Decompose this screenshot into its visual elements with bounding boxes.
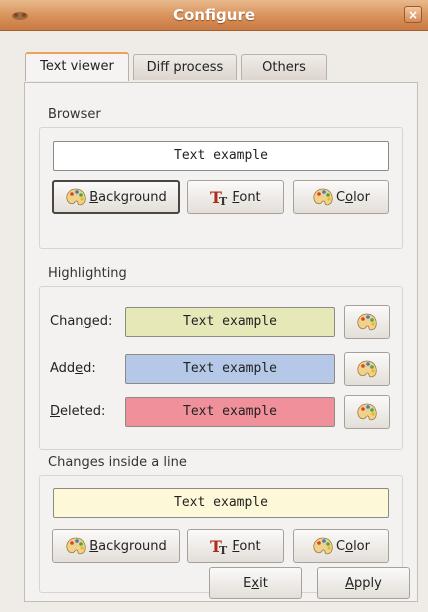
font-icon: T T [210,188,228,207]
deleted-sample-text: Text example [125,397,335,427]
tab-diff-process[interactable]: Diff process [133,54,237,80]
palette-icon [357,403,377,421]
palette-icon [66,537,86,555]
deleted-label: Deleted: [50,404,106,419]
palette-icon [357,360,377,378]
browser-background-button[interactable]: Background [52,180,180,214]
changes-color-button[interactable]: Color [293,529,389,563]
changes-inside-line-section-title: Changes inside a line [48,455,187,470]
dialog-body: Text viewer Diff process Others Browser … [0,31,428,612]
tab-panel-text-viewer: Browser Text example Background T T Font [24,82,418,602]
changes-font-button[interactable]: T T Font [187,529,284,563]
changed-label: Changed: [50,314,113,329]
exit-button[interactable]: Exit [209,567,302,599]
browser-font-button[interactable]: T T Font [187,180,284,214]
highlighting-section-title: Highlighting [48,266,127,281]
palette-icon [357,313,377,331]
tab-text-viewer[interactable]: Text viewer [25,52,129,81]
deleted-color-button[interactable] [344,395,390,429]
close-icon: × [407,8,419,22]
added-color-button[interactable] [344,352,390,386]
palette-icon [313,537,333,555]
browser-sample-text: Text example [53,141,389,171]
added-label: Added: [50,361,96,376]
changed-sample-text: Text example [125,307,335,337]
window-title: Configure [172,6,256,24]
changed-color-button[interactable] [344,305,390,339]
palette-icon [313,188,333,206]
added-sample-text: Text example [125,354,335,384]
svg-text:T: T [219,544,228,556]
svg-text:T: T [219,195,228,207]
font-icon: T T [210,537,228,556]
close-button[interactable]: × [404,6,422,23]
browser-section-title: Browser [48,107,101,122]
tab-others[interactable]: Others [241,54,327,80]
apply-button[interactable]: Apply [317,567,410,599]
changes-inside-line-sample-text: Text example [53,488,389,518]
title-bar: Configure × [0,0,428,31]
browser-color-button[interactable]: Color [293,180,389,214]
changes-background-button[interactable]: Background [52,529,180,563]
palette-icon [66,188,86,206]
